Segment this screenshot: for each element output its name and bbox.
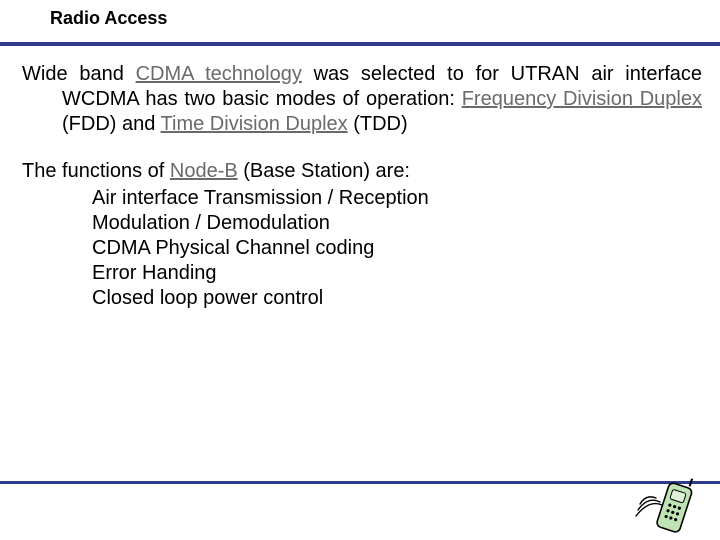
functions-list: Air interface Transmission / Reception M… — [22, 186, 702, 311]
p2-text-b: (Base Station) are: — [238, 160, 410, 182]
slide-title: Radio Access — [50, 8, 167, 29]
list-item: Error Handing — [92, 261, 702, 286]
slide-body: Wide band CDMA technology was selected t… — [22, 62, 702, 311]
link-fdd[interactable]: Frequency Division Duplex — [462, 88, 702, 110]
link-node-b[interactable]: Node-B — [170, 160, 238, 182]
slide: Radio Access Wide band CDMA technology w… — [0, 0, 720, 540]
p1-text-c: (FDD) and — [62, 113, 161, 135]
p1-text-d: (TDD) — [348, 113, 408, 135]
phone-icon — [632, 474, 702, 534]
list-item: Closed loop power control — [92, 286, 702, 311]
paragraph-1: Wide band CDMA technology was selected t… — [22, 62, 702, 137]
bottom-divider — [0, 481, 720, 484]
paragraph-2: The functions of Node-B (Base Station) a… — [22, 159, 702, 184]
list-item: CDMA Physical Channel coding — [92, 236, 702, 261]
list-item: Modulation / Demodulation — [92, 211, 702, 236]
top-divider — [0, 42, 720, 46]
link-tdd[interactable]: Time Division Duplex — [161, 113, 348, 135]
p1-text-a: Wide band — [22, 63, 136, 85]
link-cdma-technology[interactable]: CDMA technology — [136, 63, 302, 85]
list-item: Air interface Transmission / Reception — [92, 186, 702, 211]
p2-text-a: The functions of — [22, 160, 170, 182]
